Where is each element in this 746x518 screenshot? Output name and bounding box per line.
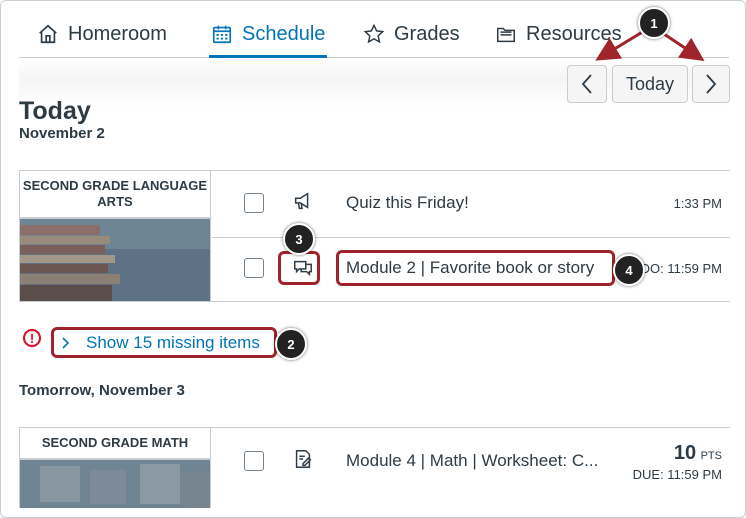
annotation-badge-2: 2 [275, 328, 307, 360]
tab-schedule-label: Schedule [242, 23, 326, 45]
tab-grades[interactable]: Grades [363, 15, 460, 55]
folder-icon [497, 27, 515, 43]
tomorrow-heading: Tomorrow, November 3 [19, 382, 185, 399]
show-missing-items-link[interactable]: Show 15 missing items [86, 333, 260, 353]
tab-grades-label: Grades [394, 23, 460, 45]
complete-checkbox[interactable] [244, 451, 264, 471]
course-title: SECOND GRADE LANGUAGE ARTS [20, 171, 210, 219]
course-title: SECOND GRADE MATH [20, 428, 210, 460]
due-time: DUE: 11:59 PM [632, 467, 722, 482]
annotation-box-4 [336, 250, 615, 286]
assignment-icon [295, 450, 312, 468]
today-date: November 2 [19, 125, 105, 142]
annotation-box-3 [278, 251, 320, 285]
item-time: DO: 11:59 PM [640, 261, 722, 276]
item-title[interactable]: Module 4 | Math | Worksheet: C... [346, 451, 598, 471]
chevron-right-small-icon [62, 337, 70, 349]
course-card-math: SECOND GRADE MATH Module 4 | Math | Work… [19, 427, 730, 508]
home-icon [39, 24, 57, 44]
chevron-left-icon [581, 74, 592, 94]
item-title[interactable]: Quiz this Friday! [346, 193, 469, 213]
complete-checkbox[interactable] [244, 193, 264, 213]
today-button-label: Today [625, 73, 675, 94]
course-panel[interactable]: SECOND GRADE LANGUAGE ARTS [20, 171, 211, 301]
announcement-icon [294, 192, 309, 210]
course-panel[interactable]: SECOND GRADE MATH [20, 428, 211, 508]
course-image [20, 219, 210, 301]
star-icon [363, 23, 385, 44]
course-image [20, 460, 210, 508]
annotation-badge-1: 1 [638, 7, 670, 39]
item-time: 1:33 PM [673, 196, 722, 211]
chevron-right-icon [706, 74, 717, 94]
points-value: 10 [673, 442, 697, 464]
complete-checkbox[interactable] [244, 258, 264, 278]
schedule-page: Homeroom Schedule Grades Resources Today… [0, 0, 746, 518]
tab-homeroom-label: Homeroom [68, 23, 167, 45]
tab-schedule[interactable]: Schedule [209, 15, 328, 58]
today-heading: Today [19, 97, 91, 125]
annotation-badge-4: 4 [613, 254, 645, 286]
points-unit: PTS [700, 450, 722, 462]
points-block: 10 PTS DUE: 11:59 PM [633, 442, 722, 482]
missing-items-row: ! [23, 329, 41, 347]
calendar-icon [212, 25, 232, 44]
annotation-badge-3: 3 [283, 223, 315, 255]
planner-item[interactable]: Module 4 | Math | Worksheet: C... 10 PTS… [212, 430, 730, 494]
tab-homeroom[interactable]: Homeroom [37, 15, 167, 55]
warning-icon: ! [23, 329, 41, 347]
